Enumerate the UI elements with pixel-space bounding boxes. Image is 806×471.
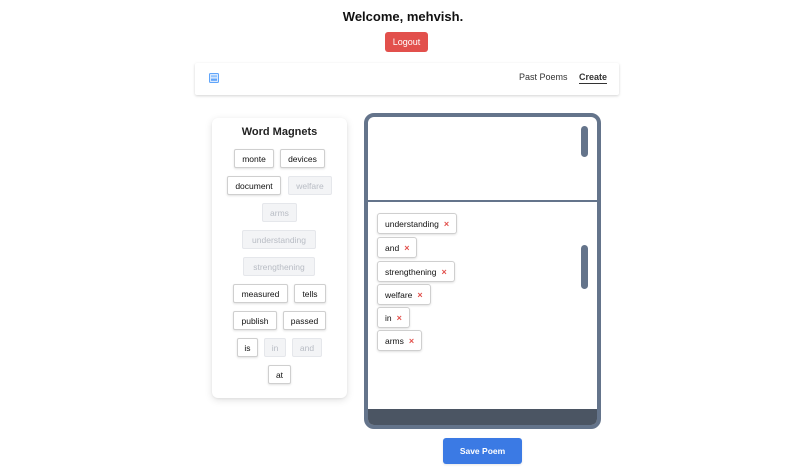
nav-link-create[interactable]: Create — [579, 72, 608, 84]
poem-word-chip[interactable]: understanding × — [377, 213, 458, 234]
poem-word-text: in — [385, 312, 392, 323]
remove-word-icon[interactable]: × — [442, 267, 447, 277]
poem-word-text: understanding — [385, 218, 439, 229]
word-magnet[interactable]: is — [237, 338, 258, 357]
fridge-divider — [368, 200, 597, 202]
fridge-handle-top — [581, 126, 588, 157]
navbar: Past Poems Create — [195, 63, 619, 95]
word-magnet[interactable]: document — [227, 176, 281, 195]
word-magnets-title: Word Magnets — [241, 126, 318, 138]
remove-word-icon[interactable]: × — [404, 243, 409, 253]
fridge-handle-bottom — [581, 245, 588, 289]
fridge-logo-icon[interactable] — [209, 73, 219, 83]
remove-word-icon[interactable]: × — [444, 219, 449, 229]
word-magnet[interactable]: monte — [234, 149, 274, 168]
fridge-poem-board: understanding × and × strengthening × we… — [364, 113, 601, 429]
remove-word-icon[interactable]: × — [409, 336, 414, 346]
poem-word-chip[interactable]: and × — [377, 237, 418, 258]
poem-word-text: arms — [385, 335, 404, 346]
remove-word-icon[interactable]: × — [417, 290, 422, 300]
poem-word-text: welfare — [385, 289, 413, 300]
poem-word-chip[interactable]: strengthening × — [377, 261, 455, 282]
word-magnet: and — [292, 338, 322, 357]
word-magnets-panel: Word Magnets monte devices document welf… — [212, 118, 347, 398]
word-magnet: welfare — [288, 176, 332, 195]
nav-link-past-poems[interactable]: Past Poems — [519, 72, 568, 82]
poem-word-chip[interactable]: arms × — [377, 330, 423, 351]
word-magnet: in — [264, 338, 286, 357]
welcome-heading: Welcome, mehvish. — [342, 9, 464, 24]
poem-word-text: and — [385, 242, 400, 253]
word-magnet: understanding — [242, 230, 316, 249]
poem-word-text: strengthening — [385, 266, 437, 277]
word-magnet: arms — [262, 203, 297, 222]
save-poem-button[interactable]: Save Poem — [443, 438, 522, 464]
app-root: Welcome, mehvish. Logout Past Poems Crea… — [0, 0, 806, 471]
word-magnet[interactable]: passed — [283, 311, 326, 330]
remove-word-icon[interactable]: × — [397, 313, 402, 323]
word-magnet[interactable]: tells — [294, 284, 326, 303]
poem-word-chip[interactable]: in × — [377, 307, 410, 328]
logout-button[interactable]: Logout — [385, 32, 428, 52]
word-magnet: strengthening — [243, 257, 315, 276]
word-magnet[interactable]: devices — [280, 149, 325, 168]
fridge-base — [368, 409, 597, 425]
poem-word-chip[interactable]: welfare × — [377, 284, 431, 305]
word-magnet[interactable]: publish — [233, 311, 277, 330]
word-magnet[interactable]: at — [268, 365, 291, 384]
word-magnet[interactable]: measured — [233, 284, 288, 303]
